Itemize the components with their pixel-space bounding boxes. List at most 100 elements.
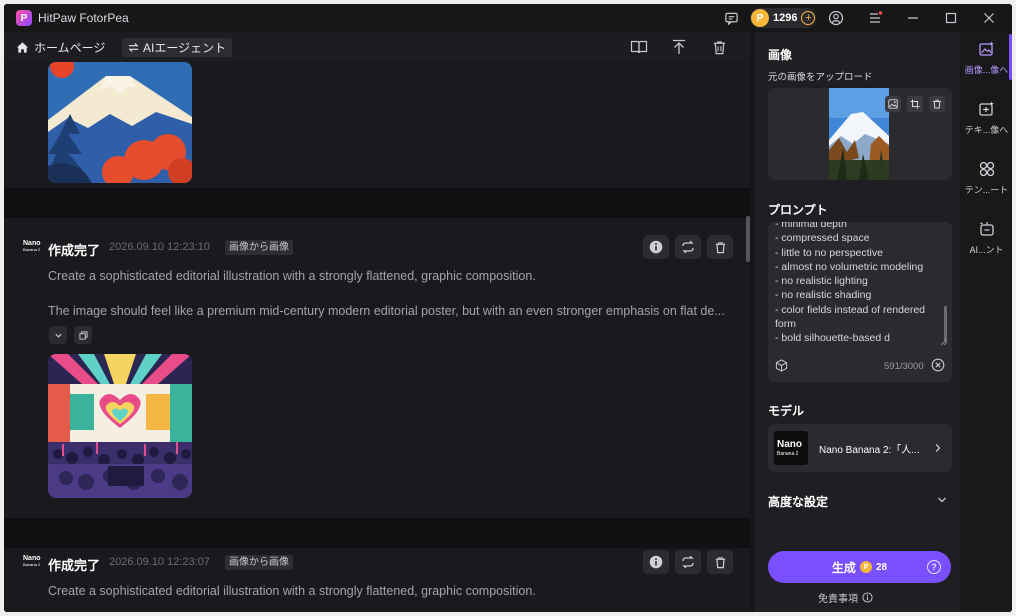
- menu-icon[interactable]: [866, 9, 884, 27]
- clear-prompt-icon[interactable]: [931, 358, 945, 372]
- sidebar-item-label: テン...ート: [964, 185, 1009, 195]
- image-icon: [888, 99, 898, 109]
- sidebar-item-label: AI...ント: [969, 245, 1004, 255]
- model-badge: Nano Banana 2: [23, 240, 41, 252]
- history-card-2: Nano Banana 2 作成完了 2026.09.10 12:23:07 画像…: [4, 548, 750, 612]
- model-thumb-main: Nano: [777, 439, 802, 450]
- prompt-text-line-1: Create a sophisticated editorial illustr…: [48, 584, 536, 598]
- crop-image-button[interactable]: [907, 96, 923, 112]
- active-indicator: [1009, 34, 1012, 80]
- regenerate-button[interactable]: [675, 235, 701, 259]
- model-thumb-sub: Banana 2: [777, 451, 799, 457]
- credits-badge[interactable]: P 1296 +: [750, 8, 816, 28]
- coin-icon: P: [859, 561, 872, 573]
- expand-prompt-button[interactable]: [49, 326, 67, 344]
- card-separator: [4, 518, 750, 548]
- home-label: ホームページ: [34, 41, 106, 55]
- advanced-settings-heading[interactable]: 高度な設定: [768, 493, 828, 510]
- model-name: Nano Banana 2:「人...: [819, 445, 920, 456]
- maximize-icon[interactable]: [942, 9, 960, 27]
- regenerate-button[interactable]: [675, 550, 701, 574]
- card-timestamp: 2026.09.10 12:23:07: [109, 556, 210, 568]
- image-to-image-icon: [978, 41, 994, 56]
- template-icon: [979, 161, 994, 177]
- generate-label: 生成: [831, 560, 856, 575]
- delete-button[interactable]: [707, 235, 733, 259]
- app-title: HitPaw FotorPea: [38, 11, 129, 25]
- coin-icon: P: [751, 9, 769, 27]
- info-icon: [649, 555, 663, 569]
- prompt-heading: プロンプト: [768, 203, 828, 217]
- title-bar: P HitPaw FotorPea P 1296 +: [4, 4, 1012, 32]
- result-image-mountain[interactable]: [48, 62, 192, 183]
- trash-icon: [715, 556, 725, 568]
- generate-button[interactable]: 生成 P 28 ?: [768, 551, 951, 583]
- prompt-textarea[interactable]: - minimal depth - compressed space - lit…: [768, 222, 952, 382]
- card-mode-tag: 画像から画像: [225, 240, 293, 255]
- uploaded-image-fuji: [829, 88, 889, 180]
- chevron-down-icon[interactable]: [937, 496, 947, 504]
- prompt-line: - compressed space: [775, 232, 870, 245]
- home-icon: [16, 42, 29, 53]
- credits-count: 1296: [773, 12, 798, 24]
- info-button[interactable]: [643, 235, 669, 259]
- account-icon[interactable]: [827, 9, 845, 27]
- ai-agent-icon: [979, 221, 994, 236]
- sidebar-item-image-to-image[interactable]: 画像...像へ: [961, 32, 1012, 84]
- prompt-text-line-1: Create a sophisticated editorial illustr…: [48, 269, 536, 283]
- prompt-line: - minimal depth: [775, 222, 847, 230]
- delete-all-icon[interactable]: [710, 38, 728, 56]
- help-icon[interactable]: ?: [927, 560, 941, 574]
- prompt-line: - almost no volumetric modeling: [775, 260, 924, 273]
- history-card-1: Nano Banana 2 作成完了 2026.09.10 12:23:10 画像…: [4, 218, 750, 518]
- card-timestamp: 2026.09.10 12:23:10: [109, 241, 210, 253]
- add-credits-icon[interactable]: +: [801, 11, 816, 25]
- sidebar-item-text-to-image[interactable]: テキ...像へ: [961, 92, 1012, 144]
- model-selector[interactable]: Nano Banana 2 Nano Banana 2:「人...: [768, 424, 952, 472]
- cube-icon[interactable]: [775, 359, 788, 372]
- disclaimer-link[interactable]: 免責事項: [818, 590, 873, 605]
- sidebar-item-label: テキ...像へ: [964, 125, 1009, 135]
- resize-handle-icon[interactable]: [940, 338, 948, 346]
- home-button[interactable]: ホームページ: [16, 39, 105, 56]
- card-separator: [4, 188, 750, 218]
- regenerate-icon: [682, 240, 694, 254]
- trash-icon: [715, 241, 725, 253]
- prompt-line: - color fields instead of rendered form: [775, 303, 925, 331]
- delete-button[interactable]: [707, 550, 733, 574]
- sidebar-item-ai-agent[interactable]: AI...ント: [961, 212, 1012, 264]
- swap-icon: [128, 42, 139, 53]
- history-scrollbar[interactable]: [746, 216, 750, 262]
- result-image-concert[interactable]: [48, 354, 192, 498]
- prompt-text-line-2: The image should feel like a premium mid…: [48, 304, 725, 318]
- minimize-icon[interactable]: [904, 9, 922, 27]
- text-to-image-icon: [978, 101, 994, 116]
- info-icon: [649, 240, 663, 254]
- book-icon[interactable]: [630, 38, 648, 56]
- ai-agent-button[interactable]: AIエージェント: [122, 38, 233, 57]
- trash-icon: [933, 99, 941, 109]
- prompt-line: - no realistic shading: [775, 289, 872, 302]
- upload-label: 元の画像をアップロード: [768, 72, 873, 83]
- sidebar-item-label: 画像...像へ: [964, 65, 1009, 75]
- close-icon[interactable]: [980, 9, 998, 27]
- settings-panel: 画像 元の画像をアップロード プロンプト - minimal depth - c…: [754, 32, 960, 612]
- remove-image-button[interactable]: [929, 96, 945, 112]
- prompt-content: - minimal depth - compressed space - lit…: [775, 222, 939, 346]
- feedback-icon[interactable]: [722, 9, 740, 27]
- info-icon: [862, 592, 873, 603]
- upload-image-area[interactable]: [768, 88, 952, 180]
- info-button[interactable]: [643, 550, 669, 574]
- sidebar-item-templates[interactable]: テン...ート: [961, 152, 1012, 204]
- prompt-scrollbar[interactable]: [944, 306, 947, 342]
- ai-agent-label: AIエージェント: [143, 41, 227, 55]
- prompt-line: - bold silhouette-based d: [775, 332, 890, 345]
- regenerate-icon: [682, 555, 694, 569]
- image-heading: 画像: [768, 48, 793, 62]
- copy-prompt-button[interactable]: [74, 326, 92, 344]
- prompt-line: - no realistic lighting: [775, 275, 868, 288]
- model-heading: モデル: [768, 404, 805, 418]
- card-mode-tag: 画像から画像: [225, 555, 293, 570]
- scroll-to-top-icon[interactable]: [670, 38, 688, 56]
- replace-image-button[interactable]: [885, 96, 901, 112]
